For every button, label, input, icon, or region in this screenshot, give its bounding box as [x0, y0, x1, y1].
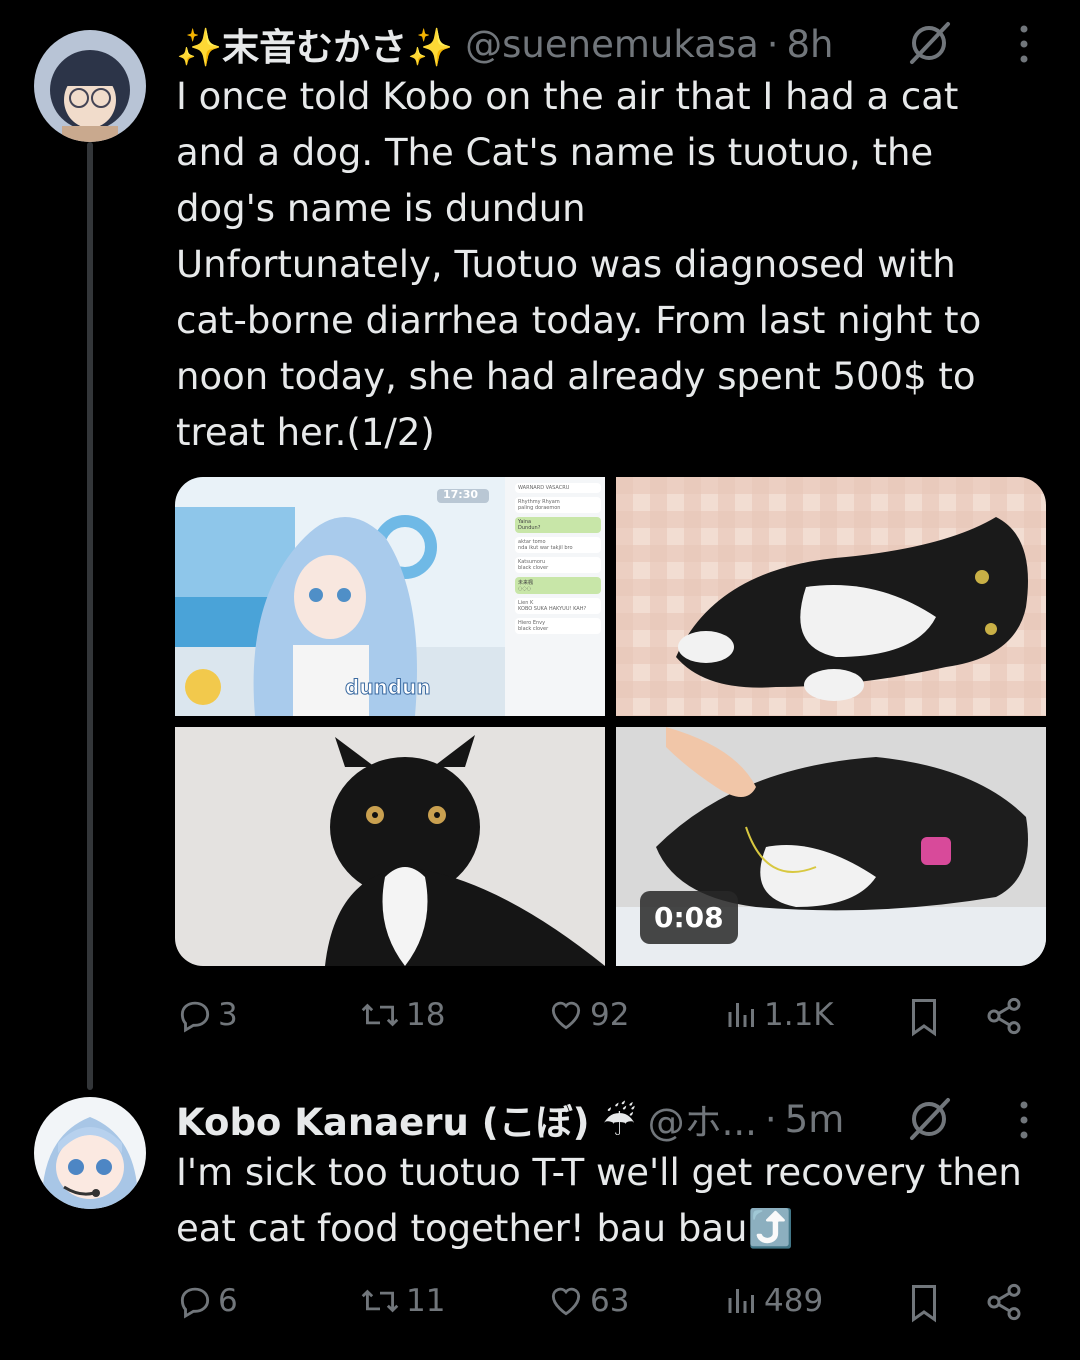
avatar-suenemukasa[interactable]: [34, 30, 146, 142]
bookmark-button[interactable]: [906, 996, 946, 1038]
bookmark-icon: [912, 1285, 936, 1323]
bookmark-icon: [912, 999, 936, 1037]
like-icon: [551, 1001, 581, 1030]
repost-count: 18: [406, 997, 446, 1033]
share-icon: [987, 997, 1021, 1035]
repost-icon: [361, 1289, 399, 1313]
views-count: 1.1K: [764, 997, 834, 1033]
display-name[interactable]: ✨末音むかさ✨: [176, 17, 453, 71]
chat-message: Hiero Envy black clover: [515, 618, 601, 634]
text-line: I once told Kobo on the air that I had a…: [176, 75, 959, 118]
like-button[interactable]: 63: [546, 1282, 629, 1320]
reply-icon: [180, 1001, 210, 1033]
more-icon[interactable]: [1018, 24, 1030, 64]
separator-dot: ·: [764, 1097, 777, 1141]
stream-caption: dundun: [345, 675, 432, 700]
reply-button[interactable]: 6: [176, 1282, 238, 1320]
reply-count: 3: [218, 997, 238, 1033]
text-line: and a dog. The Cat's name is tuotuo, the: [176, 131, 934, 174]
display-name[interactable]: Kobo Kanaeru (こぼ) ☔: [176, 1092, 636, 1146]
media-stream-screenshot[interactable]: 17:30 dundun WARNARD VASACRU Rhythmy Rhy…: [175, 477, 605, 716]
views-icon: [728, 1003, 754, 1027]
chat-message: Rhythmy Rhyam paling doraemon: [515, 497, 601, 513]
tweet-2-text: I'm sick too tuotuo T-T we'll get recove…: [176, 1145, 1046, 1257]
share-icon: [987, 1283, 1021, 1321]
tweet-1-actions: 3 18 92 1.1K: [176, 996, 1036, 1046]
chat-message: Katsumoru black clover: [515, 557, 601, 573]
more-icon[interactable]: [1018, 1100, 1030, 1140]
text-line: cat-borne diarrhea today. From last nigh…: [176, 299, 982, 342]
handle[interactable]: @ホ...: [648, 1092, 757, 1146]
reply-button[interactable]: 3: [176, 996, 238, 1034]
chat-message: 未来楓 ◌◌◌: [515, 577, 601, 594]
grok-icon[interactable]: [906, 1096, 952, 1142]
text-line: eat cat food together! bau bau⤴️: [176, 1207, 794, 1250]
timestamp[interactable]: 8h: [787, 23, 834, 66]
text-line: noon today, she had already spent 500$ t…: [176, 355, 976, 398]
separator-dot: ·: [766, 22, 779, 66]
chat-message: Lien K KOBO SUKA HAKYUU! KAH?: [515, 598, 601, 614]
handle[interactable]: @suenemukasa: [465, 23, 759, 66]
video-duration: 0:08: [640, 891, 738, 944]
tweet-1-text: I once told Kobo on the air that I had a…: [176, 69, 1046, 461]
stream-chat: WARNARD VASACRU Rhythmy Rhyam paling dora…: [515, 483, 601, 638]
chat-message: WARNARD VASACRU: [515, 483, 601, 493]
like-count: 63: [590, 1283, 630, 1319]
repost-button[interactable]: 11: [358, 1282, 445, 1320]
media-cat-on-blanket[interactable]: [616, 477, 1046, 716]
views-count: 489: [764, 1283, 824, 1319]
media-cat-portrait[interactable]: [175, 727, 605, 966]
share-button[interactable]: [984, 996, 1028, 1036]
tweet-2-actions: 6 11 63 489: [176, 1282, 1036, 1332]
like-button[interactable]: 92: [546, 996, 629, 1034]
media-cat-video[interactable]: 0:08: [616, 727, 1046, 966]
repost-button[interactable]: 18: [358, 996, 445, 1034]
text-line: dog's name is dundun: [176, 187, 586, 230]
chat-message: Yaina Dundun?: [515, 517, 601, 533]
thread-line: [87, 142, 93, 1090]
repost-count: 11: [406, 1283, 446, 1319]
reply-count: 6: [218, 1283, 238, 1319]
chat-message: aktar tomo nda ikut war takjil bro: [515, 537, 601, 553]
text-line: treat her.(1/2): [176, 411, 435, 454]
reply-icon: [180, 1287, 210, 1319]
views-button[interactable]: 1.1K: [724, 996, 834, 1034]
views-icon: [728, 1289, 754, 1313]
repost-icon: [361, 1003, 399, 1027]
grok-icon[interactable]: [906, 20, 952, 66]
media-grid: 17:30 dundun WARNARD VASACRU Rhythmy Rhy…: [175, 477, 1046, 966]
stream-clock: 17:30: [443, 488, 479, 501]
like-icon: [551, 1287, 581, 1316]
text-line: Unfortunately, Tuotuo was diagnosed with: [176, 243, 956, 286]
share-button[interactable]: [984, 1282, 1028, 1322]
like-count: 92: [590, 997, 630, 1033]
timestamp[interactable]: 5m: [785, 1098, 845, 1141]
bookmark-button[interactable]: [906, 1282, 946, 1324]
views-button[interactable]: 489: [724, 1282, 823, 1320]
text-line: I'm sick too tuotuo T-T we'll get recove…: [176, 1151, 1022, 1194]
avatar-kobo-kanaeru[interactable]: [34, 1097, 146, 1209]
